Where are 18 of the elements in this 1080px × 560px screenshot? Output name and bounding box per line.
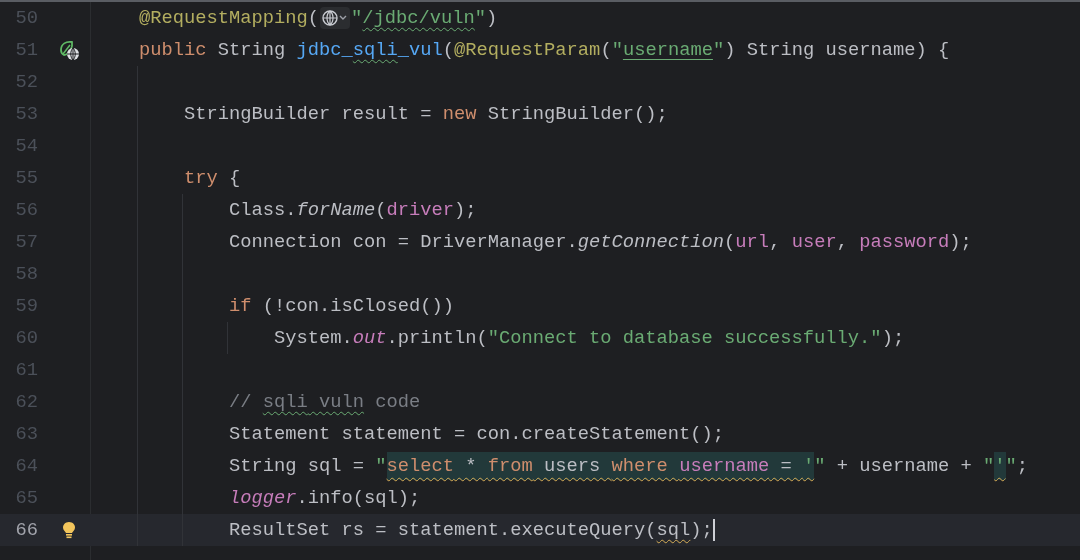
code-line: Connection con = DriverManager.getConnection(url, user, password); (229, 231, 972, 253)
lightbulb-icon[interactable] (62, 521, 76, 539)
code-line: Statement statement = con.createStatement(); (229, 423, 725, 445)
code-line: Class.forName(driver); (229, 199, 477, 221)
leaf-globe-icon[interactable] (58, 39, 80, 61)
code-line: ResultSet rs = statement.executeQuery(sql); (229, 519, 715, 541)
code-line: // sqli vuln code (229, 391, 421, 413)
line-number: 66 (14, 519, 38, 541)
code-line: StringBuilder result = new StringBuilder(); (184, 103, 668, 125)
code-line: if (!con.isClosed()) (229, 295, 455, 317)
globe-icon[interactable] (320, 7, 351, 29)
code-line: try { (184, 167, 241, 189)
code-line: System.out.println("Connect to database successfully."); (274, 327, 905, 349)
code-line: public String jdbc_sqli_vul(@RequestParam("username") String username) { (139, 39, 950, 61)
code-editor[interactable] (0, 0, 1080, 560)
code-line: String sql = "select * from users where username = '" + username + "'"; (229, 452, 1029, 480)
code-line: @RequestMapping( "/jdbc/vuln") (139, 7, 498, 29)
code-line: logger.info(sql); (229, 487, 421, 509)
